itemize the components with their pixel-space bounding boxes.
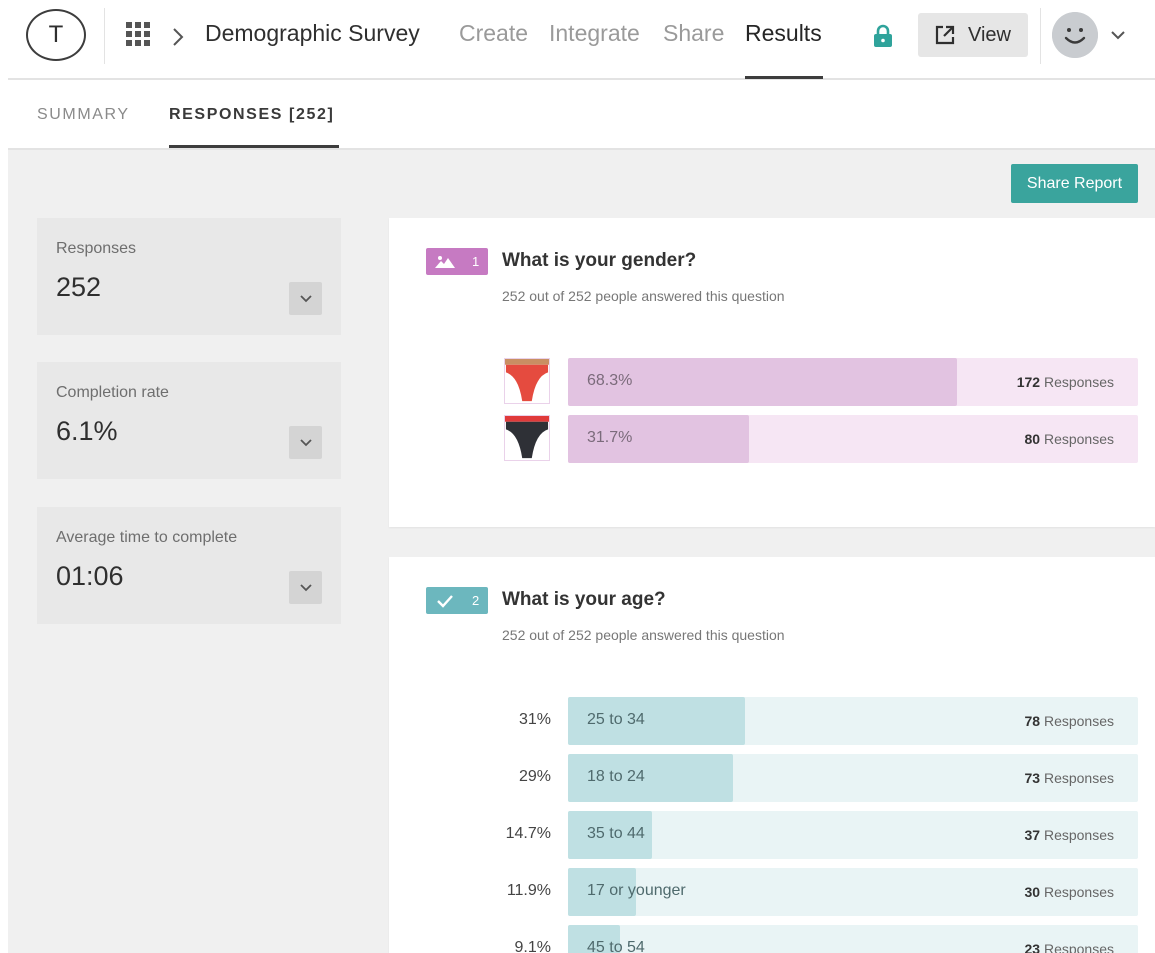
option-count-number: 172	[1016, 374, 1041, 390]
apps-grid-icon[interactable]	[126, 22, 150, 46]
option-count-number: 23	[1024, 941, 1041, 953]
logo-letter: T	[48, 21, 64, 48]
stat-value: 6.1%	[56, 416, 118, 446]
nav-results[interactable]: Results	[745, 20, 822, 47]
option-row: 17 or younger 30 Responses	[568, 868, 1138, 916]
option-percent: 29%	[518, 768, 551, 785]
stat-value: 01:06	[56, 561, 124, 591]
question-card-age: 2 What is your age? 252 out of 252 peopl…	[389, 557, 1155, 953]
question-title: What is your gender?	[502, 250, 697, 271]
option-count: 30 Responses	[1024, 884, 1114, 900]
option-count-suffix: Responses	[1043, 770, 1114, 786]
results-tabs: SUMMARY RESPONSES [252]	[8, 80, 1155, 150]
question-badge: 1	[426, 248, 488, 275]
divider	[1040, 8, 1041, 64]
option-count: 37 Responses	[1024, 827, 1114, 843]
workspace-logo[interactable]: T	[26, 9, 86, 61]
option-percent: 9.1%	[514, 939, 551, 953]
option-count: 80 Responses	[1024, 431, 1114, 447]
chevron-down-icon	[299, 583, 312, 591]
stat-expand-button[interactable]	[289, 426, 322, 459]
top-bar: T Demographic Survey Create Integrate Sh…	[8, 0, 1155, 80]
breadcrumb-title[interactable]: Demographic Survey	[205, 20, 420, 47]
option-count-number: 78	[1024, 713, 1041, 729]
nav-active-indicator	[745, 76, 823, 79]
user-avatar[interactable]	[1052, 12, 1098, 58]
option-count-suffix: Responses	[1043, 431, 1114, 447]
option-count-suffix: Responses	[1043, 374, 1114, 390]
option-label: 17 or younger	[587, 882, 686, 899]
option-count-number: 73	[1024, 770, 1041, 786]
question-badge: 2	[426, 587, 488, 614]
view-button[interactable]: View	[918, 13, 1028, 57]
results-content: Share Report Responses 252 Completion ra…	[8, 150, 1155, 953]
external-link-icon	[935, 25, 955, 45]
option-count-suffix: Responses	[1043, 884, 1114, 900]
option-percent: 14.7%	[505, 825, 551, 842]
option-row: 35 to 44 37 Responses	[568, 811, 1138, 859]
question-number: 1	[472, 254, 480, 269]
stat-label: Completion rate	[56, 384, 169, 401]
chevron-down-icon[interactable]	[1109, 26, 1127, 44]
option-label: 35 to 44	[587, 825, 645, 842]
option-percent: 31%	[518, 711, 551, 728]
nav-create[interactable]: Create	[459, 20, 528, 47]
option-percent: 31.7%	[587, 429, 633, 446]
stat-value: 252	[56, 272, 102, 302]
stat-card-average-time: Average time to complete 01:06	[37, 507, 341, 624]
stat-expand-button[interactable]	[289, 571, 322, 604]
option-count: 172 Responses	[1017, 374, 1114, 390]
option-row: 31.7% 80 Responses	[568, 415, 1138, 463]
option-count: 23 Responses	[1024, 941, 1114, 953]
question-subtitle: 252 out of 252 people answered this ques…	[502, 627, 785, 643]
chevron-right-icon	[173, 28, 184, 46]
tab-active-indicator	[169, 145, 339, 148]
option-row: 25 to 34 78 Responses	[568, 697, 1138, 745]
question-card-gender: 1 What is your gender? 252 out of 252 pe…	[389, 218, 1155, 527]
option-count-number: 80	[1024, 431, 1041, 447]
view-button-label: View	[968, 23, 1011, 46]
option-percent: 68.3%	[587, 372, 633, 389]
option-row: 45 to 54 23 Responses	[568, 925, 1138, 953]
picture-choice-icon	[435, 255, 455, 268]
question-subtitle: 252 out of 252 people answered this ques…	[502, 288, 785, 304]
option-label: 45 to 54	[587, 939, 645, 953]
stat-card-responses: Responses 252	[37, 218, 341, 335]
chevron-down-icon	[299, 438, 312, 446]
check-icon	[437, 594, 453, 608]
option-count: 73 Responses	[1024, 770, 1114, 786]
option-count-number: 37	[1024, 827, 1041, 843]
option-count-suffix: Responses	[1043, 827, 1114, 843]
question-number: 2	[472, 593, 480, 608]
stat-card-completion-rate: Completion rate 6.1%	[37, 362, 341, 479]
app-frame: T Demographic Survey Create Integrate Sh…	[8, 0, 1155, 953]
tab-responses[interactable]: RESPONSES [252]	[169, 106, 334, 124]
black-underwear-icon	[504, 415, 550, 461]
stat-label: Responses	[56, 240, 137, 257]
option-label: 18 to 24	[587, 768, 645, 785]
option-percent: 11.9%	[506, 882, 551, 899]
stat-label: Average time to complete	[56, 529, 238, 546]
option-count-suffix: Responses	[1043, 941, 1114, 953]
option-row: 68.3% 172 Responses	[568, 358, 1138, 406]
option-row: 18 to 24 73 Responses	[568, 754, 1138, 802]
stat-expand-button[interactable]	[289, 282, 322, 315]
question-title: What is your age?	[502, 589, 666, 610]
lock-icon[interactable]	[872, 24, 894, 48]
red-underwear-icon	[504, 358, 550, 404]
nav-integrate[interactable]: Integrate	[549, 20, 640, 47]
option-count-suffix: Responses	[1043, 713, 1114, 729]
option-label: 25 to 34	[587, 711, 645, 728]
chevron-down-icon	[299, 294, 312, 302]
nav-share[interactable]: Share	[663, 20, 724, 47]
option-count: 78 Responses	[1024, 713, 1114, 729]
divider	[104, 8, 105, 64]
tab-summary[interactable]: SUMMARY	[37, 106, 130, 124]
option-count-number: 30	[1024, 884, 1041, 900]
share-report-button[interactable]: Share Report	[1011, 164, 1138, 203]
